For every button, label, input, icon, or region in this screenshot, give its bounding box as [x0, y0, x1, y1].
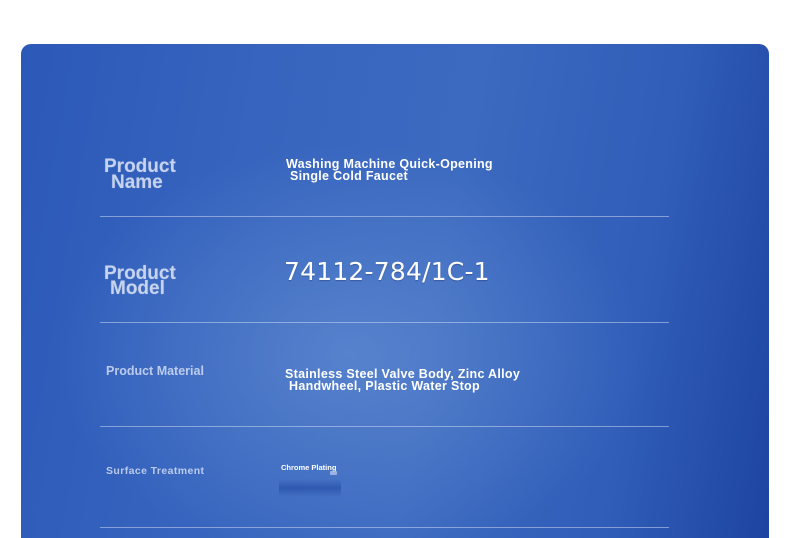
product-name-label: Product Name: [104, 157, 176, 193]
row-divider: [100, 216, 669, 217]
product-material-value-line2: Handwheel, Plastic Water Stop: [289, 378, 480, 393]
product-model-label: Product Model: [104, 264, 176, 298]
surface-treatment-value: Chrome Plating: [281, 463, 337, 472]
product-name-label-line2: Name: [111, 172, 163, 193]
row-divider: [100, 527, 669, 528]
product-name-value: Washing Machine Quick-Opening Single Col…: [286, 158, 493, 183]
product-material-label: Product Material: [106, 364, 204, 378]
surface-treatment-label: Surface Treatment: [106, 465, 205, 477]
product-spec-card: Product Name Washing Machine Quick-Openi…: [21, 44, 769, 538]
plating-reflection: [279, 479, 341, 497]
product-material-value: Stainless Steel Valve Body, Zinc Alloy H…: [285, 368, 520, 393]
row-divider: [100, 426, 669, 427]
product-name-value-line2: Single Cold Faucet: [290, 168, 408, 183]
row-divider: [100, 322, 669, 323]
product-model-value: 74112-784/1C-1: [284, 257, 490, 286]
swatch-highlight: [330, 471, 337, 475]
